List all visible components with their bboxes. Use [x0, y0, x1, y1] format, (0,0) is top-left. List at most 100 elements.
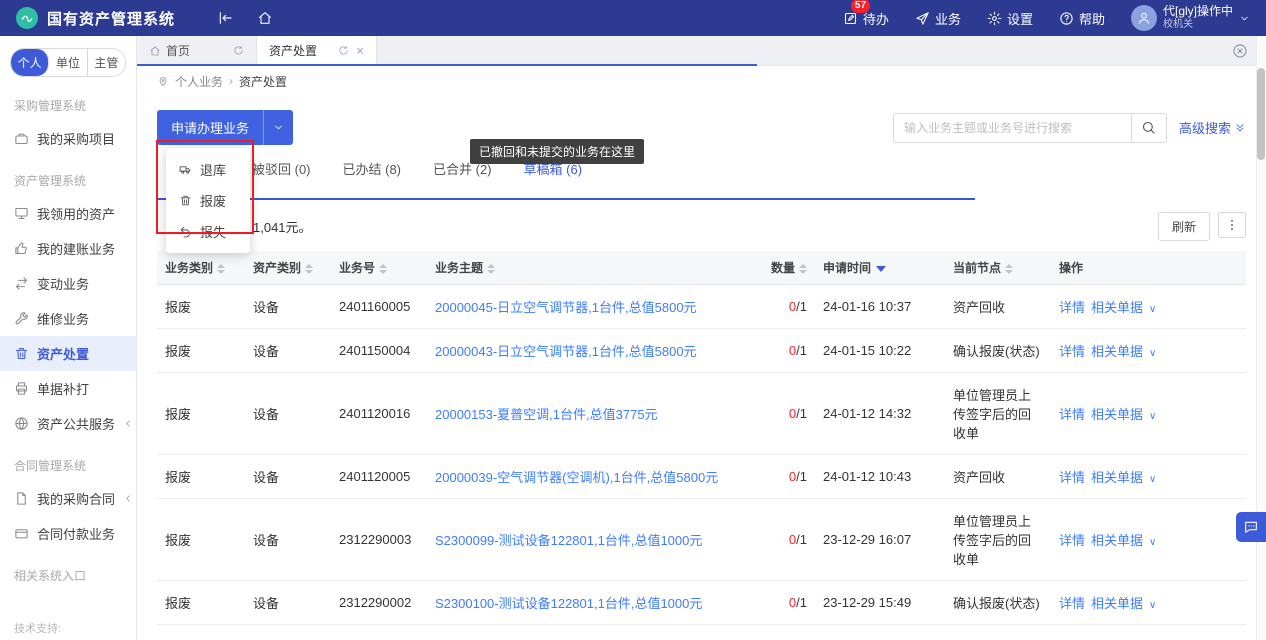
tab-asset-disposal[interactable]: 资产处置 × [257, 36, 377, 65]
business-menu[interactable]: 业务 [915, 9, 961, 28]
support-text: 技术支持: 4001010335-3, [14, 623, 88, 640]
globe-icon [14, 416, 29, 431]
help-menu[interactable]: 帮助 [1059, 9, 1105, 28]
apply-business-button[interactable]: 申请办理业务 [157, 110, 294, 145]
role-tab[interactable]: 主管 [87, 49, 125, 76]
dropdown-menu-item[interactable]: 退库 [166, 154, 250, 185]
close-circle-icon[interactable] [1232, 43, 1248, 59]
column-header[interactable]: 业务主题 [427, 251, 759, 285]
sidebar-item-label: 变动业务 [37, 277, 90, 292]
user-name: 代[gly]操作中 [1162, 4, 1233, 19]
sort-icon [487, 263, 496, 274]
cell-asset-type: 设备 [245, 580, 331, 625]
search-icon [1141, 120, 1156, 135]
table-row: 报废 设备 2401120016 20000153-夏普空调,1台件,总值3775元 0… [157, 372, 1246, 455]
subject-link[interactable]: S2300100-测试设备122801,1台件,总值1000元 [435, 596, 702, 611]
column-header[interactable]: 业务号 [331, 251, 427, 285]
action-link[interactable]: 详情 [1059, 344, 1085, 359]
scrollbar[interactable] [1256, 36, 1266, 640]
column-header[interactable]: 当前节点 [945, 251, 1051, 285]
cell-business-no: 2401160005 [331, 284, 427, 329]
cell-actions: 详情 相关单据 ∨ [1051, 498, 1246, 581]
sidebar-item[interactable]: 我领用的资产 [0, 196, 136, 231]
wrench-icon [14, 311, 29, 326]
cell-asset-type: 设备 [245, 498, 331, 581]
action-link[interactable]: 相关单据 [1091, 533, 1143, 548]
column-header[interactable]: 资产类别 [245, 251, 331, 285]
refresh-icon[interactable] [338, 45, 349, 56]
table-header-row: 业务类别 资产类别 业务号 业务主题 数量 申请时间 当前节点 操作 [157, 251, 1246, 285]
breadcrumb-item[interactable]: 个人业务 [175, 73, 223, 90]
todo-menu[interactable]: 57 待办 [843, 0, 889, 28]
action-link[interactable]: 相关单据 [1091, 407, 1143, 422]
subject-link[interactable]: S2300099-测试设备122801,1台件,总值1000元 [435, 533, 702, 548]
cell-asset-type: 设备 [245, 328, 331, 373]
action-link[interactable]: 详情 [1059, 596, 1085, 611]
edit-square-icon [843, 11, 858, 26]
filter-tab[interactable]: 被驳回 (0) [252, 159, 311, 178]
sidebar-item[interactable]: 我的建账业务 [0, 231, 136, 266]
tab-home[interactable]: 首页 [137, 36, 257, 65]
home-icon [149, 45, 161, 57]
action-link[interactable]: 详情 [1059, 407, 1085, 422]
table-row: 报废图书2312040008B2300002-111,1台件,总值5000元0/… [157, 624, 1246, 640]
sidebar-item[interactable]: 资产公共服务 [0, 406, 136, 441]
apply-business-label[interactable]: 申请办理业务 [157, 110, 263, 145]
subject-link[interactable]: 20000045-日立空气调节器,1台件,总值5800元 [435, 300, 697, 315]
action-link[interactable]: 相关单据 [1091, 470, 1143, 485]
sidebar-item-label: 维修业务 [37, 312, 90, 327]
sidebar-item[interactable]: 资产处置 [0, 336, 136, 371]
sidebar-item[interactable]: 维修业务 [0, 301, 136, 336]
sidebar-section-title: 合同管理系统 [14, 459, 87, 473]
refresh-button[interactable]: 刷新 [1157, 212, 1210, 241]
collapse-sidebar-icon[interactable] [217, 10, 233, 26]
sidebar-item[interactable]: 合同付款业务 [0, 516, 136, 551]
filter-tab[interactable]: 已办结 (8) [343, 159, 402, 178]
user-menu[interactable]: 代[gly]操作中 校机关 [1130, 4, 1250, 31]
draft-tooltip: 已撤回和未提交的业务在这里 [470, 139, 645, 164]
role-tab[interactable]: 个人 [11, 49, 50, 76]
undo-icon [179, 225, 192, 238]
close-icon[interactable]: × [356, 44, 364, 57]
subject-link[interactable]: 20000039-空气调节器(空调机),1台件,总值5800元 [435, 470, 718, 485]
more-button[interactable] [1218, 212, 1246, 238]
action-link[interactable]: 相关单据 [1091, 596, 1143, 611]
home-icon[interactable] [257, 10, 273, 26]
scrollbar-thumb[interactable] [1257, 68, 1265, 160]
table-row: 报废 设备 2401160005 20000045-日立空气调节器,1台件,总值580… [157, 284, 1246, 329]
action-link[interactable]: 详情 [1059, 300, 1085, 315]
sidebar-section-title: 采购管理系统 [14, 99, 87, 113]
sidebar-item[interactable]: 单据补打 [0, 371, 136, 406]
sidebar-item[interactable]: 我的采购合同 [0, 481, 136, 516]
action-link[interactable]: 详情 [1059, 533, 1085, 548]
apply-dropdown-toggle[interactable] [263, 110, 293, 145]
subject-link[interactable]: 20000043-日立空气调节器,1台件,总值5800元 [435, 344, 697, 359]
refresh-icon[interactable] [233, 45, 244, 56]
action-link[interactable]: 相关单据 [1091, 344, 1143, 359]
chat-button[interactable] [1236, 512, 1266, 542]
filter-tabs: 被驳回 (0) 已办结 (8) 已合并 (2) 草稿箱 (6) [157, 159, 975, 200]
sidebar-item[interactable]: 变动业务 [0, 266, 136, 301]
column-header[interactable]: 申请时间 [815, 251, 945, 285]
search-input[interactable] [892, 112, 1131, 143]
action-link[interactable]: 相关单据 [1091, 300, 1143, 315]
dropdown-menu-item[interactable]: 报废 [166, 185, 250, 216]
column-header[interactable]: 数量 [759, 251, 815, 285]
sidebar-item[interactable]: 我的采购项目 [0, 121, 136, 156]
search-button[interactable] [1130, 112, 1167, 143]
settings-menu[interactable]: 设置 [987, 9, 1033, 28]
advanced-search-link[interactable]: 高级搜索 [1179, 118, 1246, 137]
cell-apply-time: 23-12-29 16:07 [815, 498, 945, 581]
thumb-up-icon [14, 241, 29, 256]
role-tab[interactable]: 单位 [49, 49, 88, 76]
user-icon [1137, 11, 1151, 25]
subject-link[interactable]: 20000153-夏普空调,1台件,总值3775元 [435, 407, 658, 422]
chevron-down-icon: ∨ [1149, 348, 1157, 359]
advanced-search-label: 高级搜索 [1178, 121, 1231, 136]
dropdown-menu-item[interactable]: 报失 [166, 216, 250, 247]
action-link[interactable]: 详情 [1059, 470, 1085, 485]
truck-icon [179, 163, 192, 176]
breadcrumb: 个人业务 › 资产处置 [137, 66, 1266, 96]
column-header[interactable]: 业务类别 [157, 251, 245, 285]
cell-business-no: 2401120005 [331, 454, 427, 499]
